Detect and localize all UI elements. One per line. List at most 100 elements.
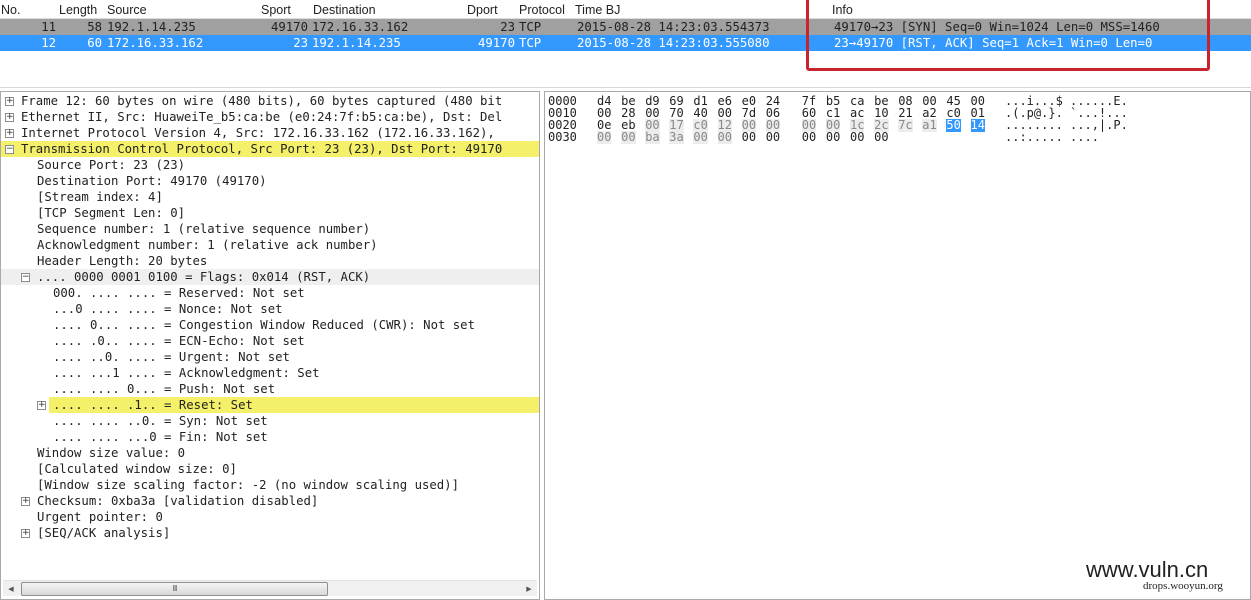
tree-item[interactable]: − Transmission Control Protocol, Src Port… <box>1 141 539 157</box>
tree-item[interactable]: [TCP Segment Len: 0] <box>1 205 539 221</box>
scrollbar-thumb[interactable]: III <box>21 582 328 596</box>
expand-icon[interactable]: + <box>21 497 30 506</box>
tree-item[interactable]: Urgent pointer: 0 <box>1 509 539 525</box>
tree-item-label: Acknowledgment number: 1 (relative ack n… <box>37 238 378 252</box>
tree-item-label: [Window size scaling factor: -2 (no wind… <box>37 478 459 492</box>
packet-info: 49170→23 [SYN] Seq=0 Win=1024 Len=0 MSS=… <box>834 20 1160 34</box>
tree-item-label: .... .... ..0. = Syn: Not set <box>53 414 268 428</box>
hex-byte[interactable]: 00 <box>850 131 864 144</box>
tree-item[interactable]: [Calculated window size: 0] <box>1 461 539 477</box>
collapse-icon[interactable]: − <box>5 145 14 154</box>
expand-icon[interactable]: + <box>21 529 30 538</box>
tree-item[interactable]: + Checksum: 0xba3a [validation disabled] <box>1 493 539 509</box>
packet-source: 192.1.14.235 <box>107 20 196 34</box>
packet-protocol: TCP <box>519 36 542 50</box>
packet-list[interactable]: No. Length Source Sport Destination Dpor… <box>0 0 1251 88</box>
hex-byte[interactable]: 00 <box>742 131 756 144</box>
hex-ascii[interactable]: ..:..... .... <box>1005 131 1099 144</box>
expand-icon[interactable]: + <box>5 97 14 106</box>
column-header-info[interactable]: Info <box>832 3 853 17</box>
scroll-left-arrow-icon[interactable]: ◀ <box>3 581 19 597</box>
expand-icon[interactable]: + <box>37 401 46 410</box>
tree-item[interactable]: + Frame 12: 60 bytes on wire (480 bits), … <box>1 93 539 109</box>
tree-item[interactable]: + Ethernet II, Src: HuaweiTe_b5:ca:be (e0… <box>1 109 539 125</box>
column-header-no[interactable]: No. <box>1 3 20 17</box>
column-header-sport[interactable]: Sport <box>261 3 291 17</box>
tree-item[interactable]: + .... .... .1.. = Reset: Set <box>1 397 539 413</box>
tree-item[interactable]: [Stream index: 4] <box>1 189 539 205</box>
tree-item[interactable]: .... .... ..0. = Syn: Not set <box>1 413 539 429</box>
tree-item-label: Header Length: 20 bytes <box>37 254 208 268</box>
tree-item-label: [TCP Segment Len: 0] <box>37 206 186 220</box>
hex-byte[interactable]: 00 <box>621 131 636 144</box>
tree-item-label: .... .... 0... = Push: Not set <box>53 382 276 396</box>
tree-item-label: [SEQ/ACK analysis] <box>37 526 171 540</box>
tree-item-label: Destination Port: 49170 (49170) <box>37 174 267 188</box>
tree-item-label: Checksum: 0xba3a [validation disabled] <box>37 494 319 508</box>
hex-byte[interactable]: 3a <box>669 131 684 144</box>
packet-bytes-pane[interactable]: 0000 d4 be d9 69 d1 e6 e0 24 7f b5 ca be 08 00 45 00 ...i… <box>544 91 1251 600</box>
expand-icon[interactable]: + <box>5 113 14 122</box>
tree-item[interactable]: 000. .... .... = Reserved: Not set <box>1 285 539 301</box>
column-header-protocol[interactable]: Protocol <box>519 3 565 17</box>
tree-item[interactable]: Source Port: 23 (23) <box>1 157 539 173</box>
scroll-right-arrow-icon[interactable]: ▶ <box>521 581 537 597</box>
column-header-destination[interactable]: Destination <box>313 3 376 17</box>
packet-length: 60 <box>87 36 102 50</box>
tree-item[interactable]: Destination Port: 49170 (49170) <box>1 173 539 189</box>
packet-no: 12 <box>41 36 56 50</box>
packet-row-selected[interactable]: 12 60 172.16.33.162 23 192.1.14.235 4917… <box>0 35 1251 51</box>
packet-sport: 23 <box>293 36 308 50</box>
packet-row[interactable]: 11 58 192.1.14.235 49170 172.16.33.162 2… <box>0 19 1251 35</box>
packet-length: 58 <box>87 20 102 34</box>
tree-item[interactable]: −.... 0000 0001 0100 = Flags: 0x014 (RST… <box>1 269 539 285</box>
hex-byte[interactable]: 00 <box>874 131 888 144</box>
packet-protocol: TCP <box>519 20 542 34</box>
column-header-time[interactable]: Time BJ <box>575 3 620 17</box>
horizontal-scrollbar[interactable]: ◀ III ▶ <box>3 580 537 596</box>
tree-item[interactable]: .... .... ...0 = Fin: Not set <box>1 429 539 445</box>
packet-info: 23→49170 [RST, ACK] Seq=1 Ack=1 Win=0 Le… <box>834 36 1153 50</box>
tree-item[interactable]: .... 0... .... = Congestion Window Reduc… <box>1 317 539 333</box>
tree-item[interactable]: Acknowledgment number: 1 (relative ack n… <box>1 237 539 253</box>
packet-no: 11 <box>41 20 56 34</box>
tree-item-label: .... .0.. .... = ECN-Echo: Not set <box>53 334 305 348</box>
hex-byte[interactable]: ba <box>645 131 660 144</box>
tree-item[interactable]: Header Length: 20 bytes <box>1 253 539 269</box>
tree-item-label: Window size value: 0 <box>37 446 186 460</box>
expand-icon[interactable]: + <box>5 129 14 138</box>
tree-item[interactable]: Sequence number: 1 (relative sequence nu… <box>1 221 539 237</box>
column-header-length[interactable]: Length <box>59 3 97 17</box>
tree-item-label: Frame 12: 60 bytes on wire (480 bits), 6… <box>21 94 503 108</box>
hex-row: 0030 00 00 ba 3a 00 00 00 00 00 00 00 00 ..:..... ...… <box>545 131 1245 144</box>
tree-item-label: Ethernet II, Src: HuaweiTe_b5:ca:be (e0:… <box>21 110 503 124</box>
tree-item[interactable]: .... ..0. .... = Urgent: Not set <box>1 349 539 365</box>
hex-byte[interactable]: 00 <box>802 131 816 144</box>
tree-item[interactable]: Window size value: 0 <box>1 445 539 461</box>
column-header-source[interactable]: Source <box>107 3 147 17</box>
tree-item[interactable]: .... .0.. .... = ECN-Echo: Not set <box>1 333 539 349</box>
tree-item[interactable]: ...0 .... .... = Nonce: Not set <box>1 301 539 317</box>
packet-destination: 192.1.14.235 <box>312 36 401 50</box>
packet-destination: 172.16.33.162 <box>312 20 409 34</box>
collapse-icon[interactable]: − <box>21 273 30 282</box>
hex-byte[interactable]: 00 <box>826 131 840 144</box>
hex-byte[interactable]: 00 <box>597 131 612 144</box>
tree-item[interactable]: + Internet Protocol Version 4, Src: 172.1… <box>1 125 539 141</box>
packet-time: 2015-08-28 14:23:03.555080 <box>577 36 770 50</box>
hex-byte[interactable]: 00 <box>717 131 732 144</box>
packet-details-pane[interactable]: + Frame 12: 60 bytes on wire (480 bits), … <box>0 91 540 600</box>
tree-item[interactable]: [Window size scaling factor: -2 (no wind… <box>1 477 539 493</box>
tree-item[interactable]: .... ...1 .... = Acknowledgment: Set <box>1 365 539 381</box>
packet-dport: 49170 <box>477 36 515 50</box>
hex-byte[interactable]: 00 <box>766 131 780 144</box>
packet-time: 2015-08-28 14:23:03.554373 <box>577 20 770 34</box>
tree-item-label: .... .... .1.. = Reset: Set <box>53 398 253 412</box>
tree-item[interactable]: .... .... 0... = Push: Not set <box>1 381 539 397</box>
tree-item[interactable]: + [SEQ/ACK analysis] <box>1 525 539 541</box>
hex-byte[interactable]: 00 <box>693 131 708 144</box>
tree-item-label: .... ...1 .... = Acknowledgment: Set <box>53 366 320 380</box>
tree-item-label: .... 0... .... = Congestion Window Reduc… <box>53 318 475 332</box>
tree-item-label: 000. .... .... = Reserved: Not set <box>53 286 305 300</box>
column-header-dport[interactable]: Dport <box>467 3 498 17</box>
